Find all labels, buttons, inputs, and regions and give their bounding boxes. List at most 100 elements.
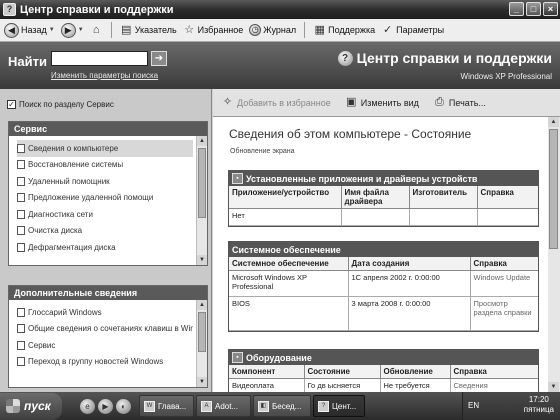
browser-icon[interactable]: e <box>80 398 95 414</box>
refresh-link[interactable]: Обновление экрана <box>230 148 295 155</box>
view-help-topic-link[interactable]: Просмотр раздела справки <box>470 296 538 331</box>
maximize-button[interactable]: □ <box>526 2 541 16</box>
hardware-table: Компонент Состояние Обновление Справка В… <box>229 365 538 392</box>
column-header: Обновление <box>380 365 451 379</box>
support-button[interactable]: ▦ Поддержка <box>313 24 375 37</box>
windows-update-link[interactable]: Windows Update <box>470 270 538 297</box>
list-item[interactable]: Глоссарий Windows <box>17 304 193 321</box>
start-button[interactable]: пуск <box>0 392 62 420</box>
media-player-icon[interactable]: ▶ <box>98 398 113 414</box>
history-clock-icon: ◷ <box>249 24 262 36</box>
column-header: Приложение/устройство <box>229 186 342 209</box>
task-buttons: W Глава... A Adot... ◧ Бесед... ? Цент... <box>139 395 365 417</box>
content-scrollbar-track[interactable]: ▲ ▼ <box>548 117 560 392</box>
forward-dropdown-icon[interactable]: ▼ <box>78 27 84 33</box>
list-item[interactable]: Очистка диска <box>17 223 193 240</box>
adobe-app-icon: A <box>201 400 212 412</box>
home-button[interactable]: ⌂ <box>90 24 103 37</box>
page-icon <box>17 242 25 252</box>
search-within-label: Поиск по разделу Сервис <box>19 100 114 109</box>
scroll-down-icon[interactable]: ▼ <box>548 382 559 392</box>
task-button[interactable]: W Глава... <box>139 395 194 417</box>
task-button-active[interactable]: ? Цент... <box>313 395 365 417</box>
list-item-label: Восстановление системы <box>28 160 124 170</box>
hardware-section: ▪ Оборудование Компонент Состояние Обнов… <box>228 349 539 392</box>
table-row: Видеоплата Го дв ысняется Не требуется С… <box>229 378 538 392</box>
column-header: Имя файла драйвера <box>341 186 410 209</box>
list-item[interactable]: Переход в группу новостей Windows <box>17 354 193 371</box>
back-button[interactable]: ◀ Назад ▼ <box>4 22 55 38</box>
change-view-label: Изменить вид <box>360 97 419 108</box>
list-item[interactable]: Восстановление системы <box>17 157 193 174</box>
search-within-checkbox[interactable]: ✓ <box>7 100 16 109</box>
minimize-button[interactable]: _ <box>509 2 524 16</box>
task-button[interactable]: A Adot... <box>196 395 251 417</box>
scroll-up-icon[interactable]: ▲ <box>548 117 559 127</box>
printer-icon: ⎙ <box>435 96 444 108</box>
print-button[interactable]: ⎙ Печать... <box>433 96 486 109</box>
search-go-button[interactable]: ➔ <box>151 51 167 66</box>
list-item[interactable]: Сервис <box>17 337 193 354</box>
favorites-star-icon: ☆ <box>184 23 195 36</box>
page-title: Сведения об этом компьютере - Состояние <box>229 127 472 141</box>
page-icon <box>17 307 25 317</box>
search-header: Найти ➔ Изменить параметры поиска ? Цент… <box>0 42 560 89</box>
service-panel-title: Сервис <box>9 122 207 136</box>
page-icon <box>17 143 25 153</box>
list-item[interactable]: Сведения о компьютере <box>17 140 193 157</box>
section-header: Системное обеспечение <box>229 242 538 257</box>
add-to-favorites-button[interactable]: ✧ Добавить в избранное <box>221 96 331 109</box>
list-item-label: Очистка диска <box>28 226 83 236</box>
favorites-button[interactable]: ☆ Избранное <box>183 23 243 37</box>
section-title: Установленные приложения и драйверы устр… <box>246 173 478 184</box>
page-icon <box>17 209 25 219</box>
desktop-icon[interactable]: ◐ <box>116 398 131 414</box>
content-toolbar: ✧ Добавить в избранное ▣ Изменить вид ⎙ … <box>213 89 560 117</box>
table-cell: Видеоплата <box>229 378 305 392</box>
service-scrollbar[interactable]: ▲ ▼ <box>196 136 207 265</box>
scroll-thumb[interactable] <box>198 312 206 352</box>
main-content: Сведения об этом компьютере - Состояние … <box>213 117 548 392</box>
content-scrollbar[interactable]: ▲ ▼ <box>548 117 560 392</box>
search-input[interactable] <box>51 51 148 66</box>
scroll-down-icon[interactable]: ▼ <box>197 255 207 265</box>
task-button[interactable]: ◧ Бесед... <box>253 395 311 417</box>
index-book-icon: ▤ <box>121 23 132 36</box>
scroll-down-icon[interactable]: ▼ <box>197 377 207 387</box>
details-link[interactable]: Сведения <box>450 378 538 392</box>
close-button[interactable]: × <box>543 2 558 16</box>
forward-button[interactable]: ▶ ▼ <box>60 22 84 38</box>
scroll-up-icon[interactable]: ▲ <box>197 136 207 146</box>
table-cell: 1С апреля 2002 г. 0:00:00 <box>348 270 471 297</box>
search-options-link[interactable]: Изменить параметры поиска <box>51 71 158 80</box>
page-icon <box>17 160 25 170</box>
scroll-thumb[interactable] <box>198 148 206 218</box>
taskbar: пуск e ▶ ◐ W Глава... A Adot... ◧ Бесед... … <box>0 392 560 420</box>
page-icon <box>17 176 25 186</box>
list-item[interactable]: Общие сведения о сочетаниях клавиш в Win… <box>17 321 193 338</box>
clock[interactable]: 17:20 пятница <box>524 395 554 415</box>
brand-subtitle: Windows XP Professional <box>460 72 552 81</box>
toolbar-separator <box>110 22 112 38</box>
task-label: Цент... <box>332 401 357 411</box>
list-item[interactable]: Дефрагментация диска <box>17 239 193 256</box>
back-dropdown-icon[interactable]: ▼ <box>49 27 55 33</box>
scroll-thumb[interactable] <box>549 129 558 249</box>
start-label: пуск <box>24 399 51 413</box>
history-button[interactable]: ◷ Журнал <box>249 24 296 36</box>
change-view-button[interactable]: ▣ Изменить вид <box>345 96 419 109</box>
list-item[interactable]: Предложение удаленной помощи <box>17 190 193 207</box>
list-item[interactable]: Удаленный помощник <box>17 173 193 190</box>
index-button[interactable]: ▤ Указатель <box>120 24 177 37</box>
help-center-icon: ? <box>318 400 329 412</box>
language-indicator[interactable]: EN <box>468 401 479 410</box>
list-item[interactable]: Диагностика сети <box>17 206 193 223</box>
scroll-up-icon[interactable]: ▲ <box>197 300 207 310</box>
clock-time: 17:20 <box>528 395 549 404</box>
options-button[interactable]: ✓ Параметры <box>381 24 444 37</box>
change-view-icon: ▣ <box>346 96 357 108</box>
window-title: Центр справки и поддержки <box>20 3 174 16</box>
additional-scrollbar[interactable]: ▲ ▼ <box>196 300 207 387</box>
brand-title: ? Центр справки и поддержки <box>337 50 552 66</box>
search-within-option[interactable]: ✓ Поиск по разделу Сервис <box>7 100 114 109</box>
